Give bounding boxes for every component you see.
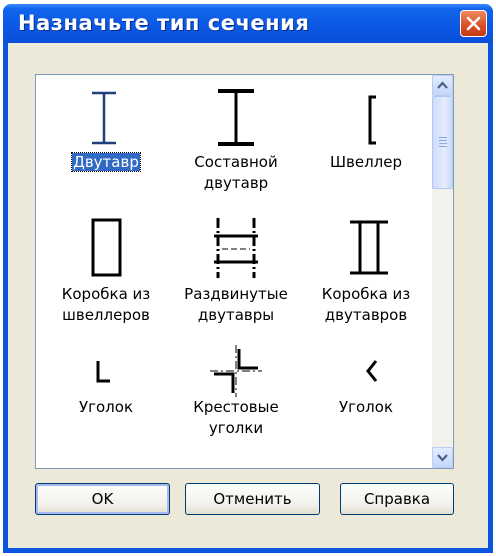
scroll-down-button[interactable] — [432, 447, 453, 468]
cancel-button[interactable]: Отменить — [185, 483, 320, 515]
close-icon — [466, 16, 481, 31]
dialog-window: Назначьте тип сечения Двутавр Составной … — [3, 4, 493, 553]
scroll-up-button[interactable] — [432, 75, 453, 96]
chevron-up-icon — [437, 81, 448, 89]
chevron-down-icon — [437, 454, 448, 462]
item-label: Уголок — [78, 398, 134, 416]
i-beam-icon — [92, 91, 116, 145]
item-label: Швеллер — [329, 153, 403, 171]
i-beam-box-icon — [350, 220, 388, 275]
item-label: Крестовые уголки — [193, 398, 279, 437]
item-label: Двутавр — [71, 152, 141, 172]
channel-box-icon — [91, 218, 122, 277]
channel-icon — [368, 95, 376, 145]
scroll-thumb[interactable] — [432, 96, 453, 189]
ok-button[interactable]: OK — [35, 483, 170, 515]
item-label: Коробка из двутавров — [321, 285, 411, 324]
spread-i-beams-icon — [214, 218, 258, 278]
dialog-body: Двутавр Составной двутавр Швеллер Коробк… — [8, 43, 488, 548]
vertical-scrollbar[interactable] — [432, 75, 453, 468]
item-label: Составной двутавр — [194, 153, 278, 192]
composite-i-beam-icon — [218, 89, 254, 146]
close-button[interactable] — [460, 10, 487, 37]
dialog-title: Назначьте тип сечения — [18, 11, 310, 35]
item-label: Раздвинутые двутавры — [184, 285, 288, 324]
item-label: Коробка из швеллеров — [61, 285, 151, 324]
help-button[interactable]: Справка — [340, 483, 454, 515]
section-type-list[interactable]: Двутавр Составной двутавр Швеллер Коробк… — [35, 74, 454, 469]
item-label: Уголок — [338, 398, 394, 416]
title-bar[interactable]: Назначьте тип сечения — [3, 4, 493, 43]
